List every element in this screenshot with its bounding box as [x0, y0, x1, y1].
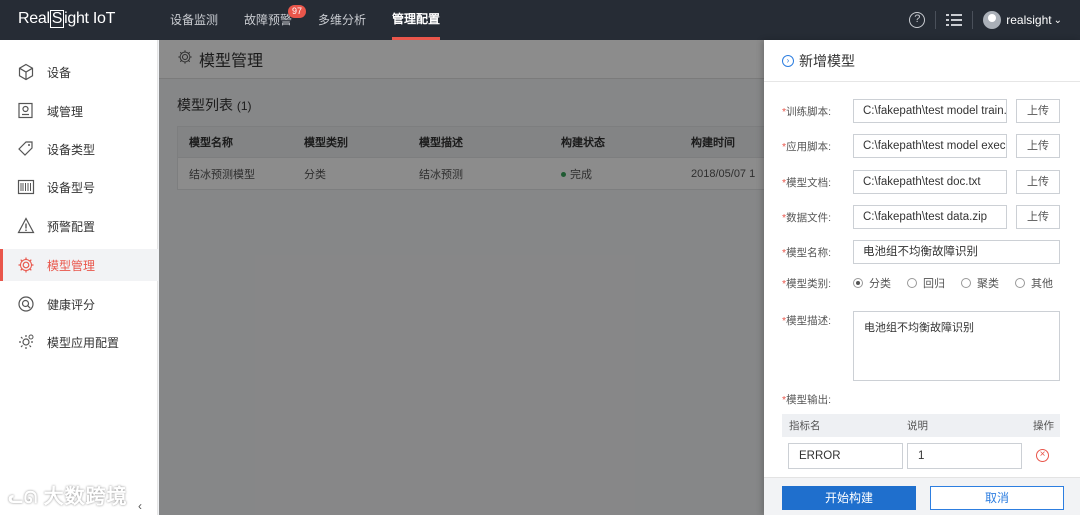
radio-clustering[interactable]: 聚类	[961, 275, 999, 291]
modal-overlay[interactable]	[159, 40, 764, 515]
model-type-radio-group: 分类 回归 聚类 其他	[853, 275, 1053, 291]
sidebar-item-device[interactable]: 设备	[0, 56, 158, 88]
divider	[972, 11, 974, 29]
radio-other[interactable]: 其他	[1015, 275, 1053, 291]
upload-train-script-button[interactable]: 上传	[1016, 99, 1060, 123]
delete-row-icon[interactable]: ×	[1036, 449, 1049, 462]
chevron-right-circle-icon[interactable]: ›	[782, 54, 794, 67]
nav-device-monitor[interactable]: 设备监测	[170, 0, 218, 40]
radio-checked-icon	[853, 278, 863, 288]
radio-unchecked-icon	[961, 278, 971, 288]
upload-data-file-button[interactable]: 上传	[1016, 205, 1060, 229]
column-header: 说明	[907, 420, 928, 432]
logo-text-part2: ight IoT	[64, 10, 116, 27]
avatar[interactable]	[983, 11, 1002, 29]
start-build-button[interactable]: 开始构建	[782, 486, 916, 510]
model-desc-row: *模型描述:	[782, 315, 832, 327]
watermark-logo: ᓚᘏ 大数跨境	[8, 486, 128, 508]
gear-icon	[16, 255, 36, 275]
model-output-row: *模型输出:	[782, 394, 832, 406]
sidebar-item-model-app-config[interactable]: 模型应用配置	[0, 326, 158, 358]
health-icon	[16, 294, 36, 314]
chevron-down-icon[interactable]: ⌄	[1054, 15, 1062, 26]
tag-icon	[16, 139, 36, 159]
drawer-footer: 开始构建 取消	[764, 477, 1080, 515]
drawer-title: 新增模型	[799, 52, 855, 69]
nav-fault-warning[interactable]: 故障预警 97	[244, 0, 307, 40]
sidebar-item-device-model[interactable]: 设备型号	[0, 171, 158, 203]
sidebar-item-domain[interactable]: 域管理	[0, 95, 158, 127]
metric-desc-input[interactable]: 1	[907, 443, 1022, 469]
app-script-row: *应用脚本: C:\fakepath\test model exec.py 上传	[782, 134, 1060, 158]
model-name-input[interactable]: 电池组不均衡故障识别	[853, 240, 1060, 264]
sidebar-item-health-score[interactable]: 健康评分	[0, 288, 158, 320]
nav-multidim-analysis[interactable]: 多维分析	[318, 0, 366, 40]
realsight-logo[interactable]: Real Sight IoT	[18, 10, 115, 28]
app-script-field[interactable]: C:\fakepath\test model exec.py	[853, 134, 1007, 158]
radio-classification[interactable]: 分类	[853, 275, 891, 291]
collapse-sidebar-icon[interactable]: ‹	[138, 499, 142, 513]
nav-management-config[interactable]: 管理配置	[392, 0, 441, 40]
data-file-field[interactable]: C:\fakepath\test data.zip	[853, 205, 1007, 229]
divider	[935, 11, 937, 29]
drawer-header: › 新增模型	[764, 40, 1080, 82]
radio-regression[interactable]: 回归	[907, 275, 945, 291]
model-name-row: *模型名称: 电池组不均衡故障识别	[782, 240, 1060, 264]
metric-name-input[interactable]: ERROR	[788, 443, 903, 469]
model-doc-field[interactable]: C:\fakepath\test doc.txt	[853, 170, 1007, 194]
user-name[interactable]: realsight	[1006, 13, 1051, 27]
main-nav: 设备监测 故障预警 97 多维分析 管理配置	[170, 0, 466, 40]
sidebar: 设备 域管理 设备类型 设备型号 预警配置 模型管理 健康评分 模型应用配置 ᓚ…	[0, 40, 158, 515]
cube-icon	[16, 62, 36, 82]
barcode-icon	[16, 177, 36, 197]
map-pin-icon	[16, 101, 36, 121]
task-list-icon[interactable]	[946, 13, 963, 27]
radio-unchecked-icon	[907, 278, 917, 288]
header-actions: ? realsight ⌄	[909, 0, 1062, 40]
cancel-button[interactable]: 取消	[930, 486, 1064, 510]
upload-model-doc-button[interactable]: 上传	[1016, 170, 1060, 194]
upload-app-script-button[interactable]: 上传	[1016, 134, 1060, 158]
model-doc-row: *模型文档: C:\fakepath\test doc.txt 上传	[782, 170, 1060, 194]
warning-count-badge: 97	[288, 5, 307, 18]
column-header: 操作	[1033, 420, 1054, 432]
sidebar-item-alert-config[interactable]: 预警配置	[0, 210, 158, 242]
model-type-row: *模型类别: 分类 回归 聚类 其他	[782, 275, 1053, 291]
sidebar-item-device-type[interactable]: 设备类型	[0, 133, 158, 165]
column-header: 指标名	[789, 420, 821, 432]
logo-boxed-letter: S	[49, 10, 65, 28]
logo-text-part1: Real	[18, 10, 50, 27]
train-script-row: *训练脚本: C:\fakepath\test model train.py 上…	[782, 99, 1060, 123]
warning-icon	[16, 216, 36, 236]
model-config-icon	[16, 332, 36, 352]
new-model-drawer: › 新增模型 *训练脚本: C:\fakepath\test model tra…	[764, 40, 1080, 515]
model-desc-textarea[interactable]: 电池组不均衡故障识别	[853, 311, 1060, 381]
radio-unchecked-icon	[1015, 278, 1025, 288]
top-bar: Real Sight IoT 设备监测 故障预警 97 多维分析 管理配置 ? re…	[0, 0, 1080, 40]
sidebar-item-model-management[interactable]: 模型管理	[0, 249, 158, 281]
help-icon[interactable]: ?	[909, 12, 926, 28]
data-file-row: *数据文件: C:\fakepath\test data.zip 上传	[782, 205, 1060, 229]
output-table-header: 指标名 说明 操作	[782, 414, 1060, 437]
train-script-field[interactable]: C:\fakepath\test model train.py	[853, 99, 1007, 123]
